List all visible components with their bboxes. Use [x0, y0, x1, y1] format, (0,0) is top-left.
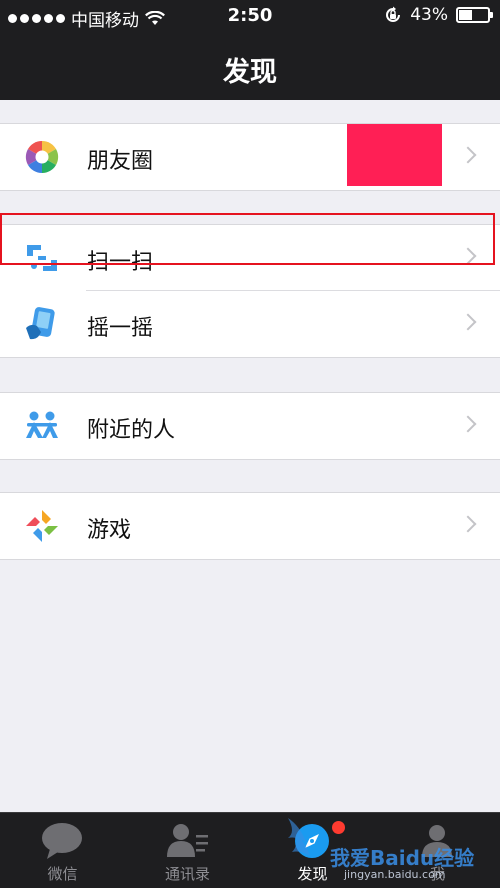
- navigation-bar: 发现: [0, 32, 500, 100]
- moments-icon: [25, 140, 59, 174]
- menu-item-people-nearby[interactable]: 附近的人: [0, 393, 500, 459]
- me-icon: [422, 825, 452, 857]
- menu-item-label: 朋友圈: [87, 149, 154, 174]
- menu-item-label: 游戏: [87, 518, 132, 543]
- battery-level: [459, 10, 472, 20]
- compass-icon: [295, 824, 329, 858]
- menu-item-shake[interactable]: 摇一摇: [0, 291, 500, 357]
- tab-discover[interactable]: 发现: [250, 813, 375, 888]
- chevron-right-icon: [459, 415, 477, 433]
- battery-area: 43%: [384, 5, 493, 25]
- tab-label: 我: [429, 865, 445, 883]
- tab-bar: 微信 通讯录 发现 我: [0, 812, 500, 888]
- menu-item-label: 摇一摇: [87, 316, 154, 341]
- games-icon: [26, 510, 58, 542]
- notification-dot: [332, 821, 345, 834]
- battery-percent: 43%: [410, 5, 448, 25]
- shake-icon: [26, 307, 55, 340]
- menu-group-nearby: 附近的人: [0, 392, 500, 460]
- battery-icon: [456, 7, 493, 23]
- menu-item-games[interactable]: 游戏: [0, 493, 500, 559]
- rotation-lock-icon: [386, 6, 401, 22]
- redaction-block: [347, 124, 442, 186]
- chevron-right-icon: [459, 515, 477, 533]
- chat-icon: [42, 823, 82, 859]
- menu-item-label: 附近的人: [87, 418, 176, 443]
- tab-contacts[interactable]: 通讯录: [125, 813, 250, 888]
- tab-label: 微信: [47, 865, 78, 883]
- tab-label: 通讯录: [164, 865, 210, 883]
- highlight-box: [0, 213, 495, 265]
- tab-label: 发现: [297, 865, 328, 883]
- tab-chats[interactable]: 微信: [0, 813, 125, 888]
- status-bar: 中国移动 2:50 43%: [0, 0, 500, 32]
- chevron-right-icon: [459, 313, 477, 331]
- chevron-right-icon: [459, 146, 477, 164]
- page-title: 发现: [223, 57, 277, 88]
- menu-group-games: 游戏: [0, 492, 500, 560]
- tab-me[interactable]: 我: [375, 813, 500, 888]
- contacts-icon: [167, 824, 208, 857]
- people-nearby-icon: [26, 411, 58, 438]
